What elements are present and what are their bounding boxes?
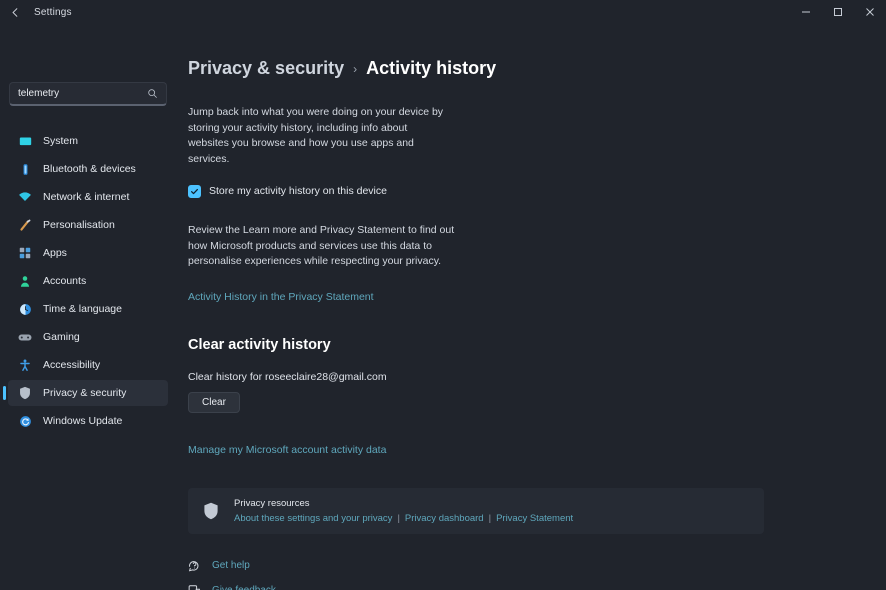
link-separator: | [397,512,400,524]
sidebar-item-label: Accessibility [43,358,101,371]
sidebar-item-label: Personalisation [43,218,115,231]
settings-window: Settings telemetry System Bluetooth & de… [0,0,886,590]
sidebar-item-label: Network & internet [43,190,130,203]
breadcrumb-separator-icon: › [353,62,358,76]
privacy-statement-link[interactable]: Privacy Statement [496,513,573,524]
bluetooth-icon [18,162,32,176]
sidebar-item-system[interactable]: System [8,128,168,154]
clear-button[interactable]: Clear [188,392,240,413]
sidebar-item-label: Time & language [43,302,122,315]
clock-icon [18,302,32,316]
sidebar-item-personalisation[interactable]: Personalisation [8,212,168,238]
feedback-icon [188,584,201,590]
sidebar-item-label: System [43,134,79,147]
about-settings-privacy-link[interactable]: About these settings and your privacy [234,513,392,524]
search-input-value: telemetry [18,87,60,99]
sidebar-item-label: Gaming [43,330,80,343]
give-feedback-label: Give feedback [212,584,276,590]
privacy-resources-links: About these settings and your privacy | … [234,513,573,524]
give-feedback-row[interactable]: Give feedback [188,584,886,590]
monitor-icon [18,134,32,148]
sidebar-item-privacy-security[interactable]: Privacy & security [3,380,168,406]
sidebar-item-accounts[interactable]: Accounts [8,268,168,294]
get-help-row[interactable]: Get help [188,559,886,572]
link-separator: | [488,512,492,524]
app-title: Settings [34,6,72,18]
search-icon[interactable] [147,88,158,99]
window-controls [790,0,886,24]
sidebar-item-windows-update[interactable]: Windows Update [8,408,168,434]
privacy-dashboard-link[interactable]: Privacy dashboard [405,513,484,524]
shield-icon [18,386,32,400]
gamepad-icon [18,330,32,344]
privacy-note: Review the Learn more and Privacy Statem… [188,224,455,267]
privacy-resources-body: Privacy resources About these settings a… [234,498,573,524]
manage-microsoft-account-activity-link[interactable]: Manage my Microsoft account activity dat… [188,445,386,456]
sidebar-item-label: Accounts [43,274,87,287]
sidebar-item-time-language[interactable]: Time & language [8,296,168,322]
get-help-label: Get help [212,559,250,571]
activity-history-privacy-statement-link[interactable]: Activity History in the Privacy Statemen… [188,291,374,303]
search-container: telemetry [9,82,167,106]
wifi-icon [18,190,32,204]
window-body: telemetry System Bluetooth & devices Net… [0,24,886,590]
sidebar-item-bluetooth-devices[interactable]: Bluetooth & devices [8,156,168,182]
breadcrumb-parent[interactable]: Privacy & security [188,58,344,79]
sidebar-item-accessibility[interactable]: Accessibility [8,352,168,378]
footer-links: Get help Give feedback [188,559,886,590]
maximize-button[interactable] [822,0,854,24]
shield-icon [202,502,219,521]
page-description: Jump back into what you were doing on yo… [188,106,444,165]
sidebar-item-gaming[interactable]: Gaming [8,324,168,350]
title-bar: Settings [0,0,886,24]
store-history-checkbox-row[interactable]: Store my activity history on this device [188,185,886,198]
help-question-icon [188,559,201,572]
sidebar: telemetry System Bluetooth & devices Net… [0,24,176,590]
apps-grid-icon [18,246,32,260]
privacy-resources-title: Privacy resources [234,498,310,510]
page-title: Activity history [366,58,497,78]
search-input[interactable]: telemetry [9,82,167,106]
store-history-checkbox[interactable] [188,185,201,198]
main-content: Privacy & security › Activity history Ju… [176,24,886,590]
store-history-checkbox-label: Store my activity history on this device [209,185,387,198]
clear-history-account-line: Clear history for roseeclaire28@gmail.co… [188,370,387,383]
clear-activity-history-heading: Clear activity history [188,336,331,353]
close-button[interactable] [854,0,886,24]
update-refresh-icon [18,414,32,428]
back-arrow-icon[interactable] [0,0,30,24]
privacy-resources-card: Privacy resources About these settings a… [188,488,764,534]
person-icon [18,274,32,288]
paintbrush-icon [18,218,32,232]
breadcrumb: Privacy & security › Activity history [188,58,886,79]
sidebar-item-label: Privacy & security [43,386,127,399]
sidebar-item-apps[interactable]: Apps [8,240,168,266]
accessibility-icon [18,358,32,372]
sidebar-item-label: Windows Update [43,414,123,427]
sidebar-nav: System Bluetooth & devices Network & int… [0,128,176,434]
manage-account-link-row: Manage my Microsoft account activity dat… [188,440,886,458]
sidebar-item-network-internet[interactable]: Network & internet [8,184,168,210]
sidebar-item-label: Apps [43,246,67,259]
minimize-button[interactable] [790,0,822,24]
sidebar-item-label: Bluetooth & devices [43,162,136,175]
